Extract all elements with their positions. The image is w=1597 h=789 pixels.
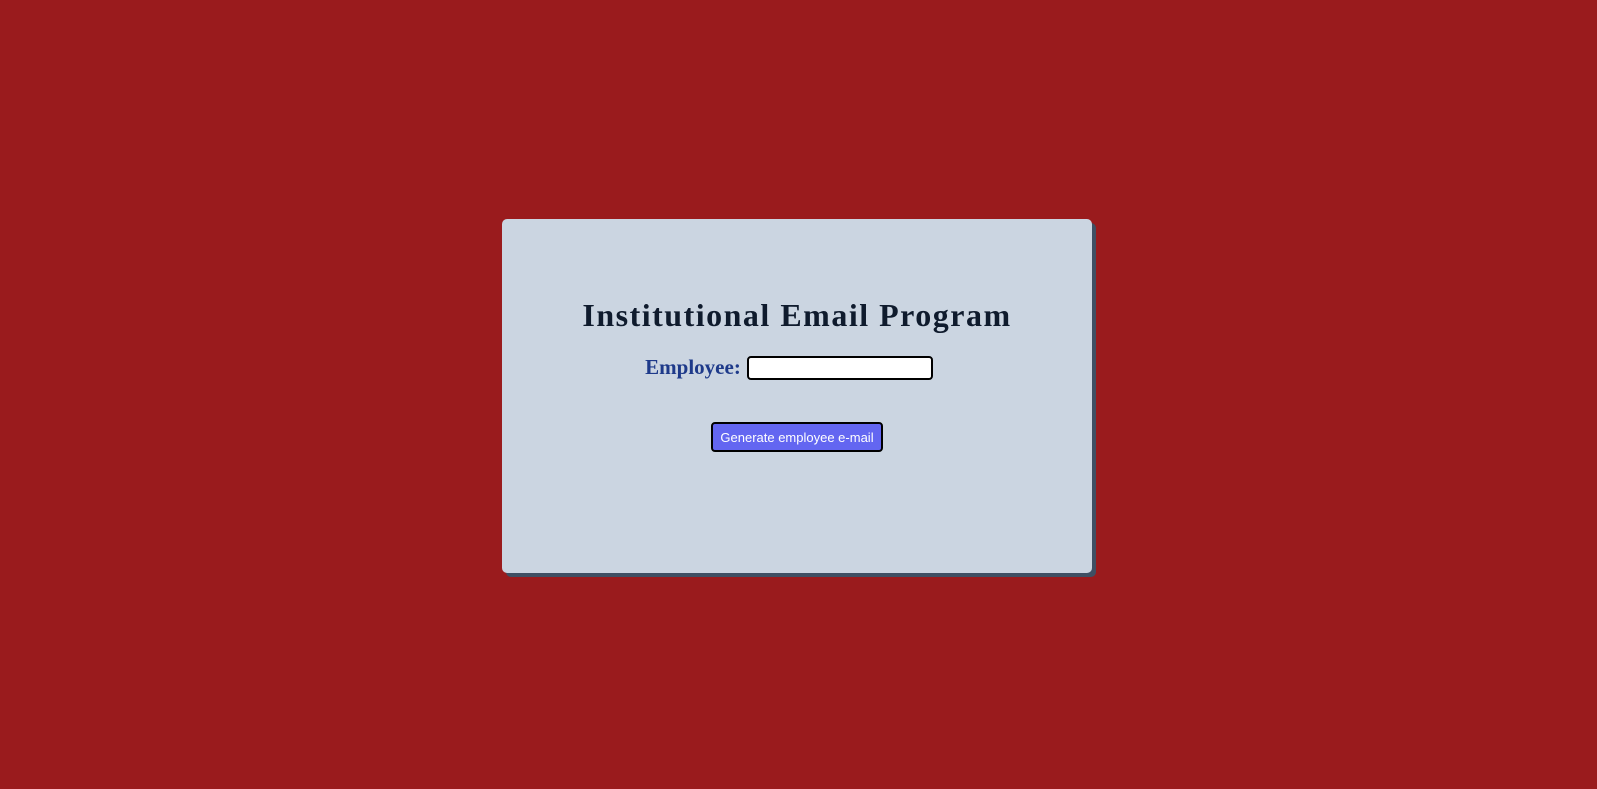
page-title: Institutional Email Program [582, 297, 1012, 333]
button-row: Generate employee e-mail [502, 422, 1092, 452]
employee-field-row: Employee: [502, 355, 1092, 380]
email-program-card: Institutional Email Program Employee: Ge… [502, 219, 1092, 573]
generate-email-button[interactable]: Generate employee e-mail [711, 422, 883, 452]
page-background: { "page": { "background_color": "#9a1b1d… [0, 0, 1597, 789]
employee-label: Employee: [645, 355, 741, 379]
employee-input[interactable] [746, 355, 933, 380]
